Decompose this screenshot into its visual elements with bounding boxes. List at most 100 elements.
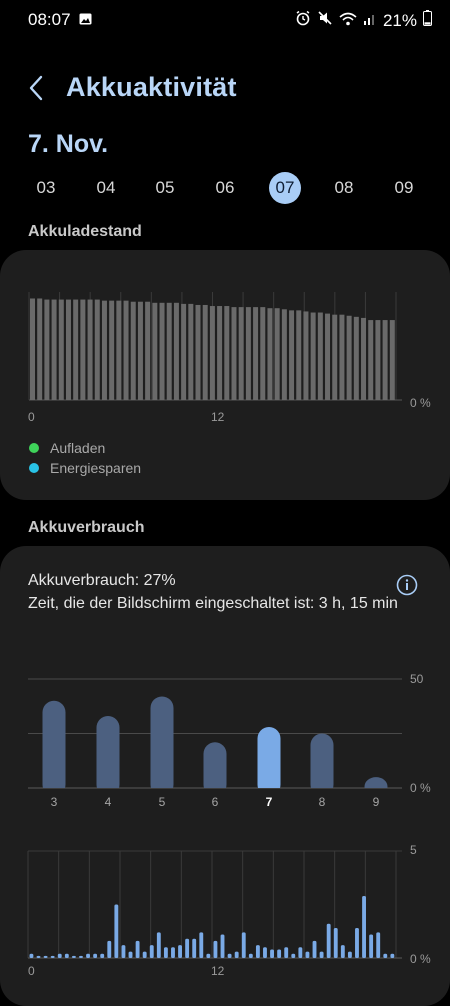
daily-bar-5[interactable] [150, 696, 174, 796]
hourly-bar [340, 945, 345, 958]
level-bar [253, 307, 259, 400]
hourly-bar [347, 951, 352, 958]
hourly-bar [312, 940, 317, 958]
daily-bar-8[interactable] [310, 733, 334, 797]
battery-level-chart[interactable] [0, 280, 450, 450]
hourly-bar [227, 953, 232, 958]
daily-y-tick-50: 50 [410, 672, 424, 686]
level-bar [375, 320, 381, 400]
hourly-bar [326, 923, 331, 958]
level-bar [37, 298, 43, 400]
hourly-bar [376, 932, 381, 958]
hourly-bar [79, 955, 83, 958]
daily-bar-9[interactable] [364, 777, 388, 796]
hourly-bar [192, 938, 197, 958]
mute-icon [317, 10, 333, 31]
day-04[interactable]: 04 [90, 172, 122, 204]
day-03[interactable]: 03 [30, 172, 62, 204]
date-title: 7. Nov. [28, 130, 109, 158]
daily-x-label-4: 4 [105, 795, 112, 809]
daily-x-label-7: 7 [266, 795, 273, 809]
level-bar [353, 316, 359, 400]
level-bar [209, 306, 215, 400]
hourly-bar [255, 945, 260, 958]
level-bar [94, 299, 100, 400]
status-time: 08:07 [28, 10, 71, 29]
level-bar [224, 306, 230, 400]
level-bar [260, 307, 266, 400]
info-icon [396, 574, 418, 596]
day-09[interactable]: 09 [388, 172, 420, 204]
hourly-bar [234, 951, 239, 958]
daily-bar-7[interactable] [257, 726, 281, 796]
level-bar [166, 302, 172, 400]
level-bar [332, 314, 338, 400]
battery-icon [423, 10, 432, 31]
hourly-bar [128, 951, 133, 958]
hourly-bar [369, 934, 374, 958]
daily-x-label-6: 6 [212, 795, 219, 809]
day-06[interactable]: 06 [209, 172, 241, 204]
daily-x-label-8: 8 [319, 795, 326, 809]
daily-bar-6[interactable] [203, 742, 227, 796]
hourly-bar [71, 955, 76, 958]
legend-dot-saving [29, 463, 39, 473]
level-bar [361, 317, 367, 400]
hourly-bar [263, 947, 267, 958]
hourly-bar [100, 953, 105, 958]
level-bar [181, 303, 187, 400]
hourly-bar [355, 928, 359, 958]
hourly-bar [248, 953, 253, 958]
hourly-bar [213, 940, 218, 958]
level-bar [274, 308, 280, 400]
level-bar [116, 300, 122, 400]
day-08[interactable]: 08 [328, 172, 360, 204]
level-bar [382, 320, 388, 400]
level-bar [346, 315, 352, 400]
level-bar [51, 299, 57, 400]
daily-x-label-5: 5 [159, 795, 166, 809]
battery-usage-card: Akkuverbrauch: 27% Zeit, die der Bildsch… [0, 546, 450, 1006]
hourly-bar [241, 932, 246, 958]
hourly-x-tick-12: 12 [211, 964, 225, 978]
hourly-bar [362, 895, 366, 958]
legend-saving: Energiesparen [50, 460, 142, 476]
back-button[interactable] [24, 70, 54, 106]
hourly-bar [284, 947, 289, 958]
hourly-bar [163, 947, 168, 958]
hourly-bar [135, 940, 140, 958]
info-button[interactable] [396, 574, 418, 596]
section-label-level: Akkuladestand [28, 223, 142, 240]
legend-dot-charging [29, 443, 39, 453]
level-bar [30, 298, 35, 400]
day-07[interactable]: 07 [269, 172, 301, 204]
hourly-usage-chart[interactable] [0, 846, 450, 971]
battery-level-card: 0 12 0 % Aufladen Energiesparen [0, 250, 450, 500]
level-bar [65, 299, 71, 400]
daily-x-label-9: 9 [373, 795, 380, 809]
hourly-bar [298, 947, 303, 958]
chevron-left-icon [29, 75, 43, 101]
level-bar [44, 299, 50, 400]
daily-y-tick-0: 0 % [410, 781, 431, 795]
hourly-bar [178, 945, 182, 958]
hourly-bar [156, 932, 161, 958]
hourly-bar [185, 938, 190, 958]
hourly-y-tick-0: 0 % [410, 952, 431, 966]
hourly-bar [114, 904, 119, 958]
hourly-bar [206, 953, 211, 958]
status-icons: 21% [295, 10, 432, 31]
daily-bar-4[interactable] [96, 716, 120, 796]
level-bar [202, 304, 208, 400]
hourly-bar [220, 934, 225, 958]
daily-usage-chart[interactable]: 3 4 5 6 7 8 9 [0, 671, 450, 811]
day-05[interactable]: 05 [149, 172, 181, 204]
hourly-bar [36, 955, 41, 958]
level-bar [289, 310, 295, 400]
level-bar [87, 299, 93, 400]
hourly-bar [57, 953, 62, 958]
hourly-bar [86, 953, 90, 958]
hourly-bar [107, 940, 112, 958]
level-bar [317, 312, 323, 400]
daily-bar-3[interactable] [42, 700, 66, 796]
